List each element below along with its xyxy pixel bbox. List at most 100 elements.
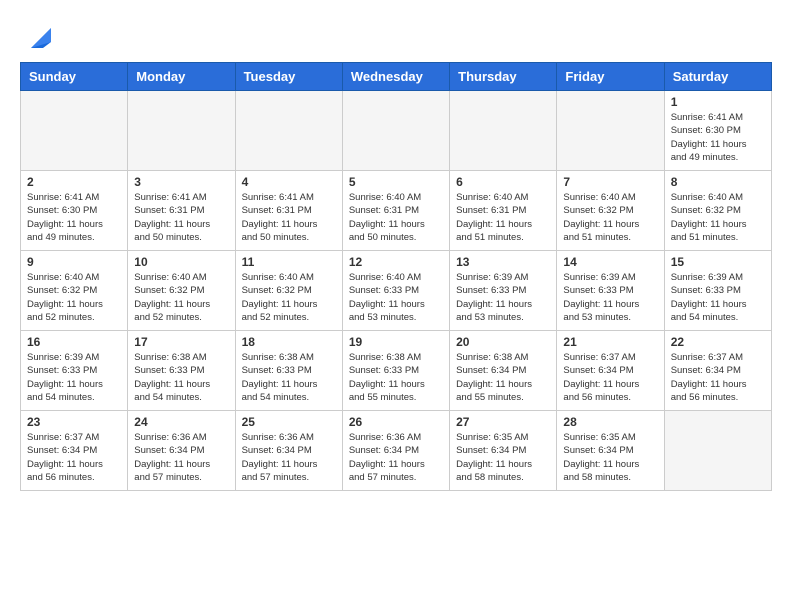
day-info: Sunrise: 6:35 AM Sunset: 6:34 PM Dayligh… (563, 431, 657, 484)
calendar-cell: 25Sunrise: 6:36 AM Sunset: 6:34 PM Dayli… (235, 411, 342, 491)
day-info: Sunrise: 6:38 AM Sunset: 6:33 PM Dayligh… (349, 351, 443, 404)
day-info: Sunrise: 6:40 AM Sunset: 6:31 PM Dayligh… (349, 191, 443, 244)
day-info: Sunrise: 6:40 AM Sunset: 6:32 PM Dayligh… (563, 191, 657, 244)
calendar-cell: 12 Sunrise: 6:40 AM Sunset: 6:33 PM Dayli… (342, 251, 449, 331)
day-number: 16 (27, 335, 121, 349)
day-number: 18 (242, 335, 336, 349)
calendar-cell: 1 Sunrise: 6:41 AM Sunset: 6:30 PM Daylig… (664, 91, 771, 171)
day-number: 9 (27, 255, 121, 269)
calendar-cell: 7 Sunrise: 6:40 AM Sunset: 6:32 PM Daylig… (557, 171, 664, 251)
calendar-body: 1 Sunrise: 6:41 AM Sunset: 6:30 PM Daylig… (21, 91, 772, 491)
day-info: Sunrise: 6:40 AM Sunset: 6:33 PM Dayligh… (349, 271, 443, 324)
day-info: Sunrise: 6:39 AM Sunset: 6:33 PM Dayligh… (456, 271, 550, 324)
day-number: 12 (349, 255, 443, 269)
day-number: 13 (456, 255, 550, 269)
day-info: Sunrise: 6:38 AM Sunset: 6:34 PM Dayligh… (456, 351, 550, 404)
calendar-cell (235, 91, 342, 171)
calendar-cell: 9 Sunrise: 6:40 AM Sunset: 6:32 PM Daylig… (21, 251, 128, 331)
day-number: 1 (671, 95, 765, 109)
day-number: 4 (242, 175, 336, 189)
calendar-cell: 17 Sunrise: 6:38 AM Sunset: 6:33 PM Dayli… (128, 331, 235, 411)
day-number: 11 (242, 255, 336, 269)
calendar-week-row: 9 Sunrise: 6:40 AM Sunset: 6:32 PM Daylig… (21, 251, 772, 331)
day-number: 2 (27, 175, 121, 189)
day-number: 7 (563, 175, 657, 189)
calendar-day-header: Thursday (450, 63, 557, 91)
day-number: 22 (671, 335, 765, 349)
calendar-week-row: 1 Sunrise: 6:41 AM Sunset: 6:30 PM Daylig… (21, 91, 772, 171)
calendar-cell (342, 91, 449, 171)
day-info: Sunrise: 6:41 AM Sunset: 6:30 PM Dayligh… (27, 191, 121, 244)
day-info: Sunrise: 6:38 AM Sunset: 6:33 PM Dayligh… (134, 351, 228, 404)
calendar-cell: 22 Sunrise: 6:37 AM Sunset: 6:34 PM Dayli… (664, 331, 771, 411)
calendar-cell: 14 Sunrise: 6:39 AM Sunset: 6:33 PM Dayli… (557, 251, 664, 331)
calendar-cell: 8 Sunrise: 6:40 AM Sunset: 6:32 PM Daylig… (664, 171, 771, 251)
calendar-cell: 6 Sunrise: 6:40 AM Sunset: 6:31 PM Daylig… (450, 171, 557, 251)
calendar-cell: 19 Sunrise: 6:38 AM Sunset: 6:33 PM Dayli… (342, 331, 449, 411)
calendar-table: SundayMondayTuesdayWednesdayThursdayFrid… (20, 62, 772, 491)
day-info: Sunrise: 6:40 AM Sunset: 6:32 PM Dayligh… (27, 271, 121, 324)
day-info: Sunrise: 6:40 AM Sunset: 6:32 PM Dayligh… (671, 191, 765, 244)
day-number: 5 (349, 175, 443, 189)
day-number: 6 (456, 175, 550, 189)
calendar-cell: 11 Sunrise: 6:40 AM Sunset: 6:32 PM Dayli… (235, 251, 342, 331)
day-info: Sunrise: 6:41 AM Sunset: 6:30 PM Dayligh… (671, 111, 765, 164)
day-number: 14 (563, 255, 657, 269)
day-number: 15 (671, 255, 765, 269)
calendar-cell: 4Sunrise: 6:41 AM Sunset: 6:31 PM Daylig… (235, 171, 342, 251)
calendar-cell: 23 Sunrise: 6:37 AM Sunset: 6:34 PM Dayli… (21, 411, 128, 491)
calendar-day-header: Saturday (664, 63, 771, 91)
calendar-cell: 15 Sunrise: 6:39 AM Sunset: 6:33 PM Dayli… (664, 251, 771, 331)
calendar-week-row: 23 Sunrise: 6:37 AM Sunset: 6:34 PM Dayli… (21, 411, 772, 491)
calendar-cell (664, 411, 771, 491)
day-number: 8 (671, 175, 765, 189)
day-number: 10 (134, 255, 228, 269)
calendar-cell: 24 Sunrise: 6:36 AM Sunset: 6:34 PM Dayli… (128, 411, 235, 491)
day-info: Sunrise: 6:39 AM Sunset: 6:33 PM Dayligh… (27, 351, 121, 404)
day-info: Sunrise: 6:40 AM Sunset: 6:32 PM Dayligh… (134, 271, 228, 324)
day-number: 26 (349, 415, 443, 429)
calendar-cell: 2 Sunrise: 6:41 AM Sunset: 6:30 PM Daylig… (21, 171, 128, 251)
day-number: 3 (134, 175, 228, 189)
calendar-cell (21, 91, 128, 171)
calendar-cell: 18 Sunrise: 6:38 AM Sunset: 6:33 PM Dayli… (235, 331, 342, 411)
day-info: Sunrise: 6:37 AM Sunset: 6:34 PM Dayligh… (27, 431, 121, 484)
logo-icon (23, 20, 55, 52)
calendar-day-header: Tuesday (235, 63, 342, 91)
calendar-cell: 16 Sunrise: 6:39 AM Sunset: 6:33 PM Dayli… (21, 331, 128, 411)
day-number: 19 (349, 335, 443, 349)
calendar-cell: 10 Sunrise: 6:40 AM Sunset: 6:32 PM Dayli… (128, 251, 235, 331)
calendar-week-row: 16 Sunrise: 6:39 AM Sunset: 6:33 PM Dayli… (21, 331, 772, 411)
calendar-cell: 3 Sunrise: 6:41 AM Sunset: 6:31 PM Daylig… (128, 171, 235, 251)
day-info: Sunrise: 6:37 AM Sunset: 6:34 PM Dayligh… (563, 351, 657, 404)
day-info: Sunrise: 6:39 AM Sunset: 6:33 PM Dayligh… (671, 271, 765, 324)
day-info: Sunrise: 6:36 AM Sunset: 6:34 PM Dayligh… (242, 431, 336, 484)
calendar-cell (557, 91, 664, 171)
day-number: 24 (134, 415, 228, 429)
calendar-header-row: SundayMondayTuesdayWednesdayThursdayFrid… (21, 63, 772, 91)
calendar-cell: 20 Sunrise: 6:38 AM Sunset: 6:34 PM Dayli… (450, 331, 557, 411)
day-number: 28 (563, 415, 657, 429)
day-info: Sunrise: 6:40 AM Sunset: 6:31 PM Dayligh… (456, 191, 550, 244)
calendar-day-header: Sunday (21, 63, 128, 91)
day-info: Sunrise: 6:39 AM Sunset: 6:33 PM Dayligh… (563, 271, 657, 324)
calendar-cell: 28 Sunrise: 6:35 AM Sunset: 6:34 PM Dayli… (557, 411, 664, 491)
day-info: Sunrise: 6:36 AM Sunset: 6:34 PM Dayligh… (134, 431, 228, 484)
day-number: 20 (456, 335, 550, 349)
page-header (20, 20, 772, 52)
day-info: Sunrise: 6:40 AM Sunset: 6:32 PM Dayligh… (242, 271, 336, 324)
day-info: Sunrise: 6:38 AM Sunset: 6:33 PM Dayligh… (242, 351, 336, 404)
calendar-cell: 21 Sunrise: 6:37 AM Sunset: 6:34 PM Dayli… (557, 331, 664, 411)
calendar-cell (128, 91, 235, 171)
calendar-cell: 26Sunrise: 6:36 AM Sunset: 6:34 PM Dayli… (342, 411, 449, 491)
day-number: 17 (134, 335, 228, 349)
calendar-week-row: 2 Sunrise: 6:41 AM Sunset: 6:30 PM Daylig… (21, 171, 772, 251)
day-info: Sunrise: 6:41 AM Sunset: 6:31 PM Dayligh… (134, 191, 228, 244)
day-info: Sunrise: 6:37 AM Sunset: 6:34 PM Dayligh… (671, 351, 765, 404)
day-number: 23 (27, 415, 121, 429)
day-number: 21 (563, 335, 657, 349)
calendar-cell: 27Sunrise: 6:35 AM Sunset: 6:34 PM Dayli… (450, 411, 557, 491)
calendar-day-header: Wednesday (342, 63, 449, 91)
logo (20, 20, 55, 52)
calendar-cell (450, 91, 557, 171)
